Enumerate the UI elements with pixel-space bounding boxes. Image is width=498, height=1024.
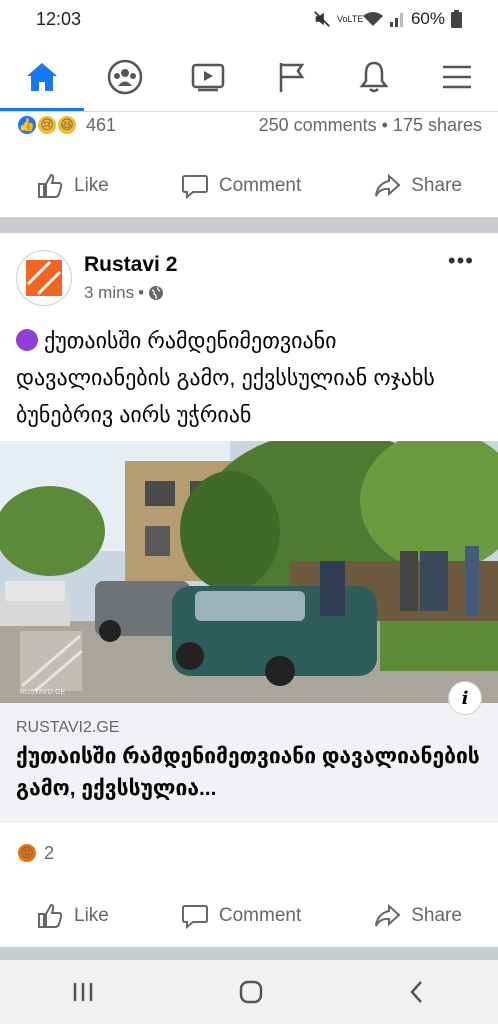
video-icon bbox=[191, 63, 224, 91]
nav-notifications[interactable] bbox=[344, 47, 404, 107]
comment-icon bbox=[181, 905, 208, 930]
sad-reaction-icon: 😢 bbox=[36, 114, 58, 136]
link-title: ქუთაისში რამდენიმეთვიანი დავალიანების გა… bbox=[16, 745, 480, 800]
share-icon bbox=[375, 903, 401, 927]
status-icons: VoLTE 60% bbox=[313, 9, 462, 29]
link-domain: RUSTAVI2.GE bbox=[16, 719, 120, 736]
post-reactions[interactable]: 😡 2 bbox=[16, 842, 54, 864]
link-preview[interactable]: RUSTAVI2.GE ქუთაისში რამდენიმეთვიანი დავ… bbox=[0, 703, 498, 823]
like-button[interactable]: Like bbox=[36, 172, 109, 200]
street-scene-image bbox=[0, 441, 498, 703]
post-photo[interactable]: RUSTAVI2.GE bbox=[0, 441, 498, 703]
like-label: Like bbox=[74, 905, 109, 926]
reaction-count: 461 bbox=[86, 114, 117, 135]
volte-label: VoLTE bbox=[336, 13, 364, 24]
mute-icon bbox=[314, 11, 330, 27]
post-text: ქუთაისში რამდენიმეთვიანი დავალიანების გა… bbox=[16, 322, 486, 433]
angry-reaction-icon: 😡 bbox=[16, 842, 38, 864]
purple-circle-emoji-icon bbox=[16, 329, 38, 351]
share-label: Share bbox=[411, 175, 462, 196]
menu-icon bbox=[442, 65, 471, 88]
more-options-button[interactable]: ••• bbox=[448, 248, 474, 274]
share-label: Share bbox=[411, 905, 462, 926]
info-icon[interactable]: i bbox=[448, 681, 482, 715]
thumbs-up-icon bbox=[38, 173, 63, 198]
nav-pages[interactable] bbox=[261, 47, 321, 107]
status-time: 12:03 bbox=[36, 8, 82, 29]
wifi-icon bbox=[362, 12, 383, 26]
top-nav bbox=[0, 38, 498, 112]
thumbs-up-icon bbox=[38, 903, 63, 928]
signal-icon bbox=[389, 13, 403, 27]
comments-shares-count[interactable]: 250 comments • 175 shares bbox=[259, 115, 482, 136]
post-reaction-count: 2 bbox=[44, 842, 55, 863]
feed-divider bbox=[0, 217, 498, 233]
prev-post-reactions: 👍 😢 😆 461 250 comments • 175 shares bbox=[0, 110, 498, 140]
comment-button[interactable]: Comment bbox=[181, 902, 301, 930]
prev-post-actions: Like Comment Share bbox=[0, 155, 498, 217]
photo-watermark: RUSTAVI2.GE bbox=[20, 689, 66, 696]
recent-apps-icon[interactable] bbox=[71, 981, 95, 1003]
notifications-bell-icon bbox=[358, 61, 389, 92]
share-icon bbox=[375, 173, 401, 197]
nav-watch[interactable] bbox=[178, 47, 238, 107]
post-header: Rustavi 2 3 mins • bbox=[16, 246, 482, 310]
battery-icon bbox=[451, 10, 462, 28]
battery-level: 60% bbox=[410, 9, 445, 28]
like-reaction-icon: 👍 bbox=[16, 114, 38, 136]
reaction-summary[interactable]: 👍 😢 😆 461 bbox=[16, 114, 116, 136]
home-icon bbox=[26, 62, 57, 91]
android-nav-bar bbox=[0, 960, 498, 1024]
like-label: Like bbox=[74, 175, 109, 196]
haha-reaction-icon: 😆 bbox=[56, 114, 78, 136]
post-meta: 3 mins • bbox=[84, 283, 177, 303]
share-button[interactable]: Share bbox=[373, 172, 462, 200]
comment-label: Comment bbox=[218, 905, 302, 926]
home-button-icon[interactable] bbox=[238, 979, 264, 1005]
feed-divider bbox=[0, 947, 498, 960]
share-button[interactable]: Share bbox=[373, 902, 462, 930]
nav-home[interactable] bbox=[0, 47, 84, 111]
status-bar: 12:03 VoLTE 60% bbox=[0, 0, 498, 38]
like-button[interactable]: Like bbox=[36, 902, 109, 930]
pages-flag-icon bbox=[279, 62, 304, 92]
back-icon[interactable] bbox=[407, 979, 427, 1005]
globe-icon bbox=[149, 286, 164, 300]
comment-label: Comment bbox=[218, 175, 302, 196]
groups-icon bbox=[107, 59, 142, 94]
comment-button[interactable]: Comment bbox=[181, 172, 301, 200]
comment-icon bbox=[181, 175, 208, 200]
nav-menu[interactable] bbox=[427, 47, 487, 107]
post-author[interactable]: Rustavi 2 bbox=[84, 253, 177, 277]
nav-groups[interactable] bbox=[95, 47, 155, 107]
post-body: ქუთაისში რამდენიმეთვიანი დავალიანების გა… bbox=[16, 328, 435, 427]
rustavi2-logo-icon bbox=[26, 260, 62, 296]
meta-separator: • bbox=[138, 283, 145, 302]
post-time[interactable]: 3 mins bbox=[84, 283, 134, 303]
avatar[interactable] bbox=[16, 250, 72, 306]
post-actions: Like Comment Share bbox=[0, 885, 498, 947]
